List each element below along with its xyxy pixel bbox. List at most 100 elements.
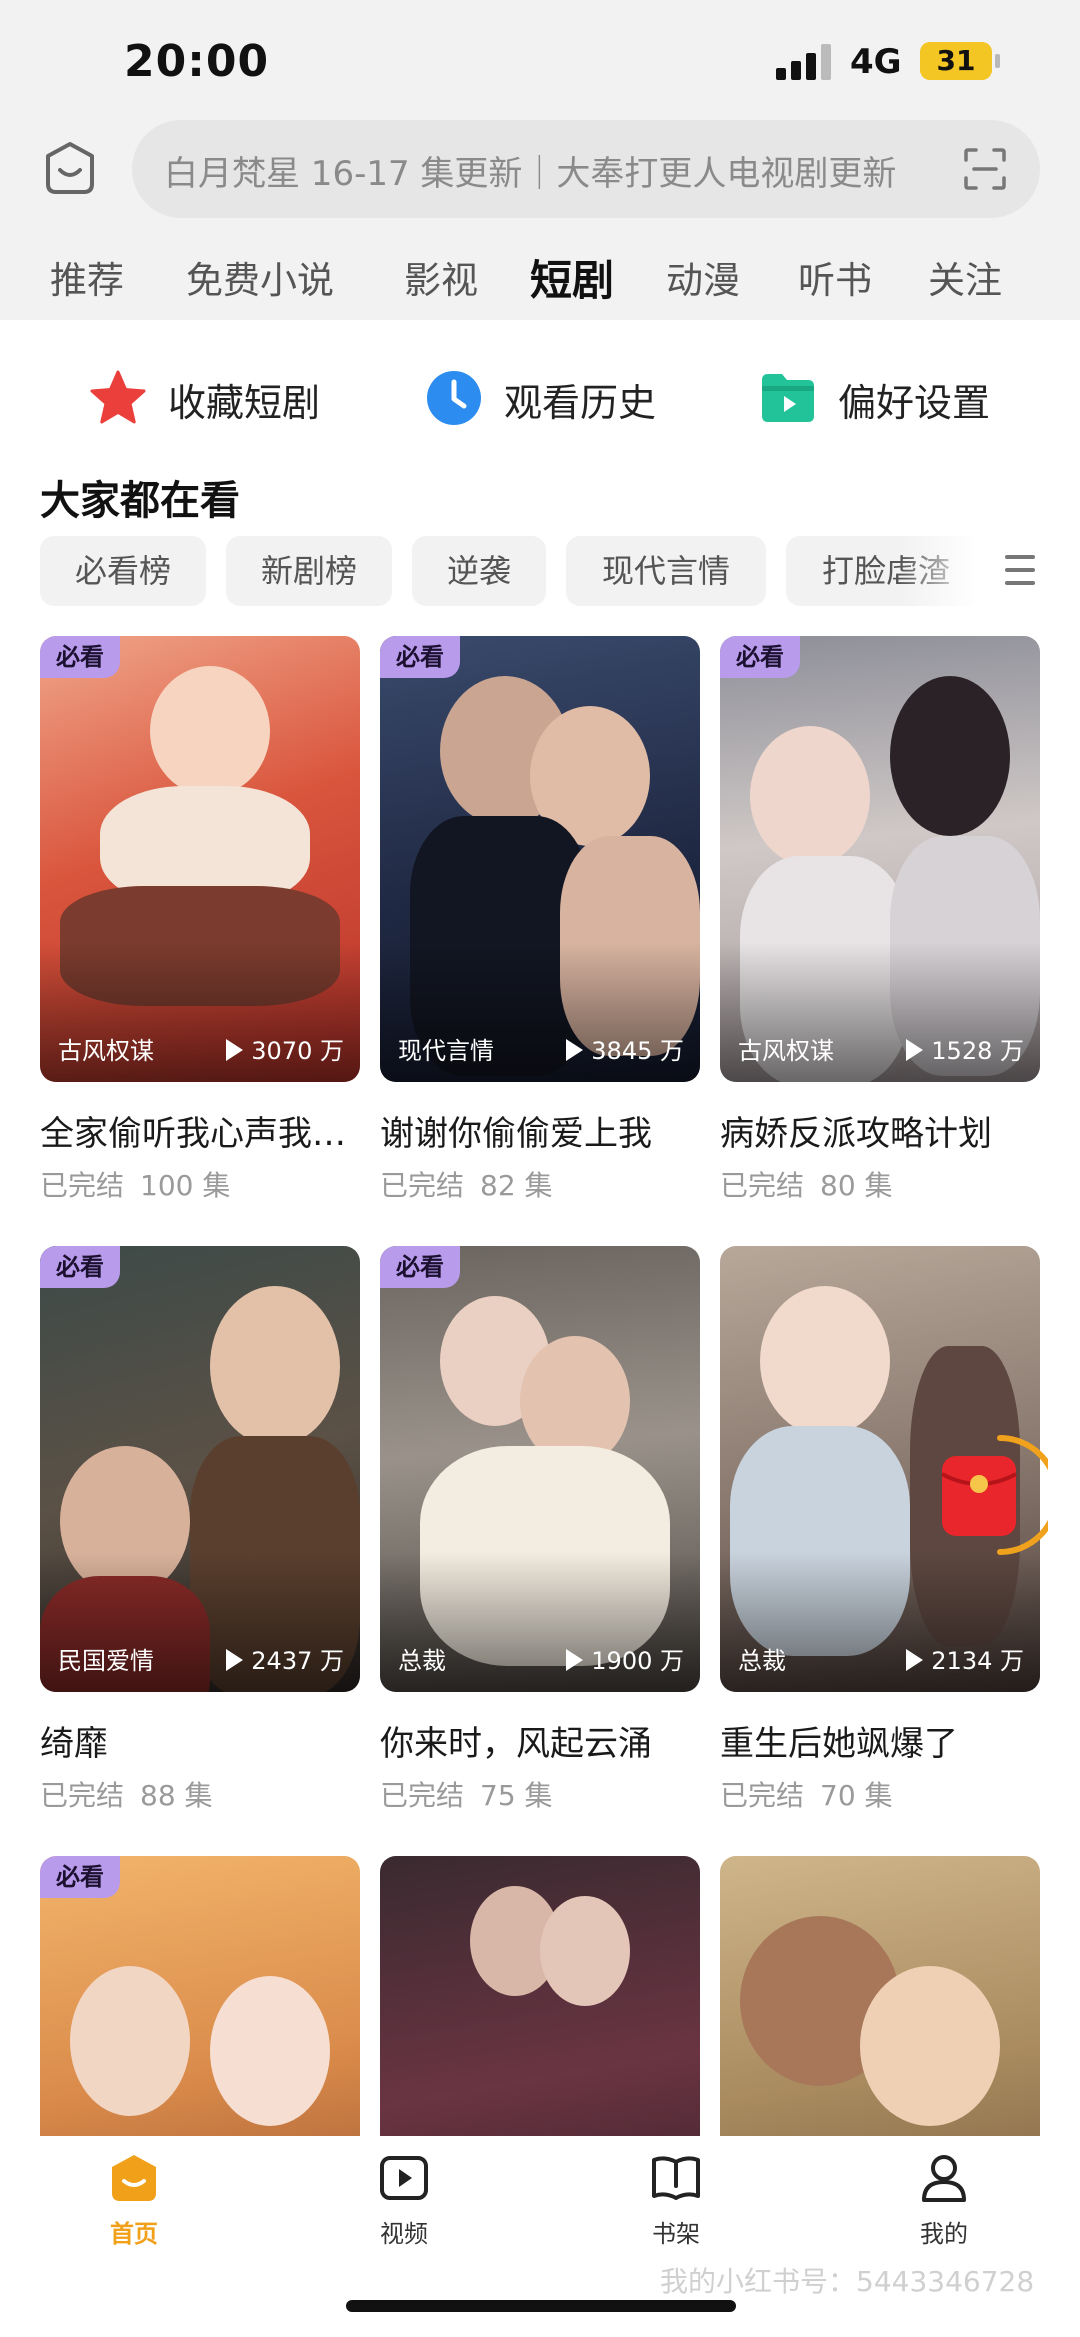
- drama-meta: 已完结 80 集: [720, 1164, 893, 1204]
- tab-recommend[interactable]: 推荐: [50, 250, 124, 304]
- must-watch-badge: 必看: [40, 636, 120, 678]
- drama-card[interactable]: 必看 民国爱情 2437 万 绮靡 已完结 88 集: [40, 1246, 360, 1816]
- drama-meta: 已完结 82 集: [380, 1164, 553, 1204]
- tab-short-drama[interactable]: 短剧: [530, 247, 614, 308]
- drama-meta: 已完结 75 集: [380, 1774, 553, 1814]
- episode-count: 82 集: [480, 1169, 553, 1202]
- chip-new-dramas[interactable]: 新剧榜: [226, 536, 392, 606]
- play-count: 1528 万: [906, 1031, 1024, 1066]
- drama-card[interactable]: 必看 古风权谋 3070 万 全家偷听我心声我不是苦命小可怜 已完结 100 集: [40, 636, 360, 1206]
- red-packet-icon[interactable]: [938, 1430, 1048, 1560]
- poster-image: 必看 现代言情 3845 万: [380, 636, 700, 1082]
- drama-card[interactable]: [720, 1856, 1040, 2302]
- play-count-value: 1528 万: [931, 1037, 1024, 1065]
- scan-icon[interactable]: [962, 146, 1008, 192]
- profile-icon: [922, 2155, 966, 2202]
- drama-title: 重生后她飒爆了: [720, 1724, 958, 1764]
- home-indicator: [346, 2300, 736, 2312]
- search-input[interactable]: 白月梵星 16-17 集更新｜大奉打更人电视剧更新: [132, 120, 1040, 218]
- play-count: 1900 万: [566, 1641, 684, 1676]
- episode-count: 88 集: [140, 1779, 213, 1812]
- play-count-value: 3845 万: [591, 1037, 684, 1065]
- play-icon: [566, 1039, 584, 1061]
- watermark: 我的小红书号：5443346728: [660, 2265, 1035, 2298]
- chip-comeback[interactable]: 逆袭: [412, 536, 546, 606]
- app-logo-icon[interactable]: [42, 140, 98, 196]
- tab-following[interactable]: 关注: [928, 250, 1002, 304]
- drama-title: 绮靡: [40, 1724, 108, 1764]
- nav-home[interactable]: 首页: [74, 2152, 194, 2252]
- battery-level: 31: [936, 44, 976, 77]
- nav-video-label: 视频: [380, 2220, 428, 2248]
- watch-history-label: 观看历史: [504, 381, 657, 425]
- genre-label: 总裁: [398, 1647, 446, 1675]
- play-count: 3070 万: [226, 1031, 344, 1066]
- nav-video[interactable]: 视频: [344, 2152, 464, 2252]
- genre-label: 现代言情: [398, 1037, 494, 1065]
- drama-card[interactable]: 必看 现代言情 3845 万 谢谢你偷偷爱上我 已完结 82 集: [380, 636, 700, 1206]
- network-type: 4G: [850, 42, 902, 82]
- drama-title: 你来时，风起云涌: [380, 1724, 652, 1764]
- episode-count: 80 集: [820, 1169, 893, 1202]
- preference-settings-button[interactable]: 偏好设置: [758, 366, 1018, 430]
- play-count: 2437 万: [226, 1641, 344, 1676]
- home-icon: [112, 2155, 156, 2201]
- poster-image: 必看 古风权谋 3070 万: [40, 636, 360, 1082]
- drama-status: 已完结: [40, 1779, 125, 1812]
- poster-image: 必看 古风权谋 1528 万: [720, 636, 1040, 1082]
- battery-icon: 31: [920, 42, 1000, 80]
- poster-image: 必看 民国爱情 2437 万: [40, 1246, 360, 1692]
- drama-status: 已完结: [720, 1779, 805, 1812]
- drama-card[interactable]: 必看: [40, 1856, 360, 2302]
- must-watch-badge: 必看: [380, 1246, 460, 1288]
- status-time: 20:00: [124, 36, 270, 87]
- tab-anime[interactable]: 动漫: [666, 250, 740, 304]
- chip-modern-romance[interactable]: 现代言情: [566, 536, 766, 606]
- drama-card[interactable]: 必看 古风权谋 1528 万 病娇反派攻略计划 已完结 80 集: [720, 636, 1040, 1206]
- chip-must-watch[interactable]: 必看榜: [40, 536, 206, 606]
- tab-free-novels[interactable]: 免费小说: [186, 250, 334, 304]
- play-icon: [906, 1649, 924, 1671]
- status-bar: 20:00 4G 31: [0, 0, 1080, 120]
- nav-bookshelf[interactable]: 书架: [616, 2152, 736, 2252]
- genre-label: 总裁: [738, 1647, 786, 1675]
- drama-title: 全家偷听我心声我不是苦命小可怜: [40, 1114, 360, 1154]
- search-placeholder: 白月梵星 16-17 集更新｜大奉打更人电视剧更新: [164, 154, 897, 192]
- drama-meta: 已完结 70 集: [720, 1774, 893, 1814]
- drama-status: 已完结: [40, 1169, 125, 1202]
- nav-bookshelf-label: 书架: [652, 2220, 700, 2248]
- episode-count: 70 集: [820, 1779, 893, 1812]
- poster-image: 必看 总裁 1900 万: [380, 1246, 700, 1692]
- must-watch-badge: 必看: [40, 1856, 120, 1898]
- drama-meta: 已完结 100 集: [40, 1164, 230, 1204]
- must-watch-badge: 必看: [380, 636, 460, 678]
- nav-home-label: 首页: [110, 2220, 158, 2248]
- play-icon: [566, 1649, 584, 1671]
- must-watch-badge: 必看: [720, 636, 800, 678]
- genre-label: 古风权谋: [58, 1037, 154, 1065]
- drama-status: 已完结: [380, 1779, 465, 1812]
- play-count: 2134 万: [906, 1641, 1024, 1676]
- drama-card[interactable]: 必看 总裁 1900 万 你来时，风起云涌 已完结 75 集: [380, 1246, 700, 1816]
- signal-icon: [776, 44, 834, 80]
- play-count-value: 2134 万: [931, 1647, 1024, 1675]
- section-title: 大家都在看: [40, 478, 240, 524]
- play-count-value: 3070 万: [251, 1037, 344, 1065]
- nav-profile-label: 我的: [920, 2220, 968, 2248]
- menu-icon[interactable]: [1005, 553, 1037, 587]
- folder-icon: [762, 374, 814, 422]
- play-icon: [226, 1039, 244, 1061]
- favorite-dramas-label: 收藏短剧: [168, 381, 321, 425]
- drama-card[interactable]: [380, 1856, 700, 2302]
- tab-audiobooks[interactable]: 听书: [798, 250, 872, 304]
- watch-history-button[interactable]: 观看历史: [424, 366, 684, 430]
- clock-icon: [427, 371, 481, 425]
- category-tabs: 推荐 免费小说 影视 短剧 动漫 听书 关注: [0, 250, 1080, 310]
- drama-meta: 已完结 88 集: [40, 1774, 213, 1814]
- play-icon: [226, 1649, 244, 1671]
- favorite-dramas-button[interactable]: 收藏短剧: [88, 366, 348, 430]
- play-count-value: 2437 万: [251, 1647, 344, 1675]
- nav-profile[interactable]: 我的: [884, 2152, 1004, 2252]
- drama-title: 病娇反派攻略计划: [720, 1114, 992, 1154]
- tab-movies[interactable]: 影视: [404, 250, 478, 304]
